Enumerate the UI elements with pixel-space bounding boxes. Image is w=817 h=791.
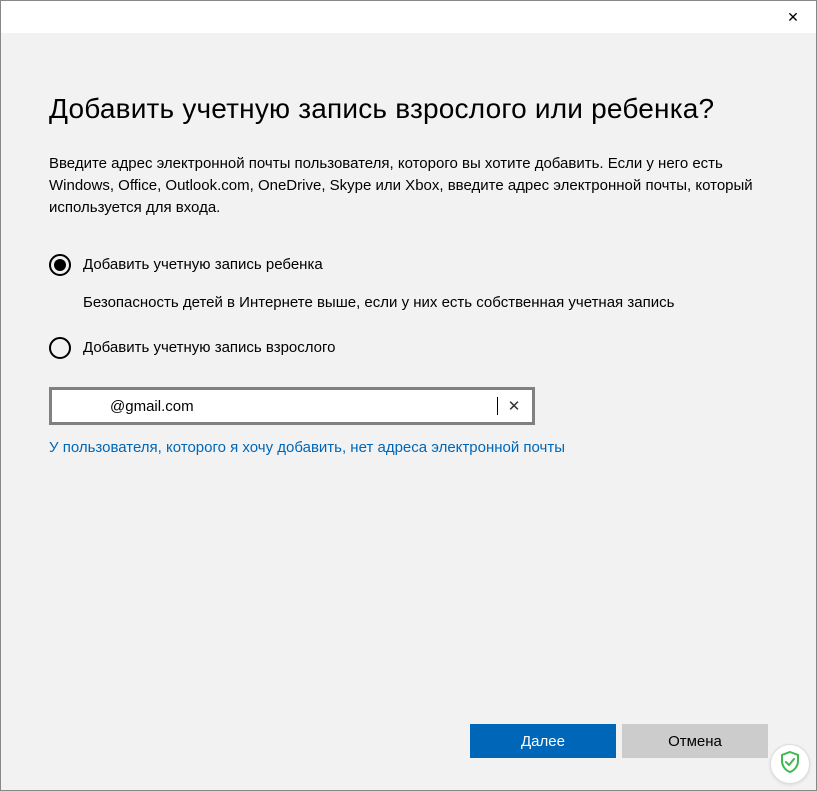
dialog-content: Добавить учетную запись взрослого или ре…: [1, 33, 816, 790]
next-button[interactable]: Далее: [470, 724, 616, 758]
email-input-container[interactable]: ✕: [49, 387, 535, 425]
radio-button-child[interactable]: [49, 254, 71, 276]
dialog-footer: Далее Отмена: [470, 724, 768, 758]
no-email-link[interactable]: У пользователя, которого я хочу добавить…: [49, 439, 768, 456]
close-button[interactable]: ✕: [770, 1, 816, 33]
text-caret: [497, 397, 498, 415]
radio-label-adult: Добавить учетную запись взрослого: [83, 337, 336, 359]
close-icon: ✕: [787, 9, 799, 26]
clear-input-button[interactable]: ✕: [504, 396, 524, 416]
account-type-radio-group: Добавить учетную запись ребенка Безопасн…: [49, 254, 768, 359]
clear-icon: ✕: [508, 397, 521, 415]
radio-option-adult[interactable]: Добавить учетную запись взрослого: [49, 337, 768, 359]
dialog-description: Введите адрес электронной почты пользова…: [49, 153, 768, 218]
radio-option-child[interactable]: Добавить учетную запись ребенка: [49, 254, 768, 276]
dialog-title: Добавить учетную запись взрослого или ре…: [49, 93, 768, 125]
brand-badge: [770, 744, 810, 784]
radio-label-child: Добавить учетную запись ребенка: [83, 254, 323, 276]
cancel-button[interactable]: Отмена: [622, 724, 768, 758]
email-input[interactable]: [110, 398, 498, 415]
shield-icon: [778, 750, 802, 779]
radio-button-adult[interactable]: [49, 337, 71, 359]
radio-hint-child: Безопасность детей в Интернете выше, есл…: [83, 292, 768, 313]
titlebar: ✕: [1, 1, 816, 33]
